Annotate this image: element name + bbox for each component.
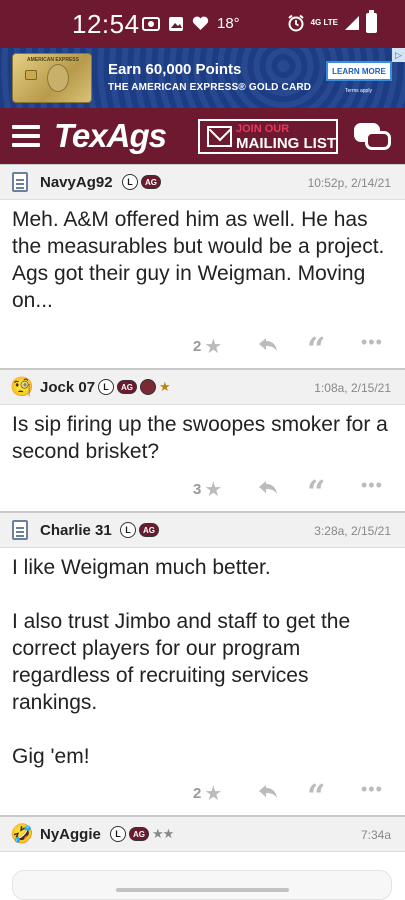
more-options-icon[interactable]: ••• [361,332,383,353]
network-icon: 4G LTE [310,18,338,27]
l-badge: L [110,826,126,842]
card-text: AMERICAN EXPRESS [27,57,79,63]
post: Charlie 31 L AG 3:28a, 2/15/21 I like We… [0,512,405,816]
star-count: 2 [193,338,202,355]
card-centurion [47,64,69,92]
user-badges: L AG [120,522,159,538]
reply-box[interactable] [12,870,392,900]
post-timestamp[interactable]: 1:08a, 2/15/21 [314,381,391,395]
l-badge: L [120,522,136,538]
post-body: Is sip firing up the swoopes smoker for … [0,405,405,465]
texags-logo[interactable]: TexAgs [54,117,167,155]
reply-icon[interactable] [258,783,278,799]
app-header: TexAgs JOIN OUR MAILING LIST [0,108,405,164]
eyeglasses-emoji-avatar-icon[interactable]: 🧐 [10,377,34,399]
star-button[interactable]: 2 ★ [193,334,222,359]
quote-icon[interactable]: “ [307,473,325,511]
post-header: 🤣 NyAggie L AG ★★ 7:34a [0,816,405,852]
post: NavyAg92 L AG 10:52p, 2/14/21 Meh. A&M o… [0,164,405,369]
reply-icon[interactable] [258,336,278,352]
star-count: 3 [193,481,202,498]
bottom-area [0,870,405,900]
mascot-badge-icon [140,379,156,395]
join-label: JOIN OUR [236,123,290,135]
post-header: NavyAg92 L AG 10:52p, 2/14/21 [0,164,405,200]
star-button[interactable]: 3 ★ [193,477,222,502]
status-bar: 12:54 18° 4G LTE [0,0,405,48]
ad-banner[interactable]: AMERICAN EXPRESS Earn 60,000 Points THE … [0,48,405,108]
star-count: 2 [193,785,202,802]
post-body: Meh. A&M offered him as well. He has the… [0,200,405,314]
post-timestamp[interactable]: 7:34a [361,828,391,842]
ag-badge: AG [129,827,149,841]
mailing-list-label: MAILING LIST [236,135,336,152]
alarm-icon [287,14,305,32]
star-button[interactable]: 2 ★ [193,781,222,806]
post-text: I like Weigman much better. [12,556,271,579]
notepad-avatar-icon[interactable] [10,172,30,194]
post: 🧐 Jock 07 L AG ★ 1:08a, 2/15/21 Is sip f… [0,369,405,512]
user-badges: L AG ★★ [110,826,174,842]
post: 🤣 NyAggie L AG ★★ 7:34a [0,816,405,852]
ag-badge: AG [141,175,161,189]
system-icons: 4G LTE [287,10,377,33]
user-badges: L AG ★ [98,379,171,395]
rank-stars-icon: ★★ [152,826,174,841]
rank-star-icon: ★ [159,379,171,394]
hamburger-menu-icon[interactable] [12,125,40,147]
camera-icon [142,16,160,32]
username[interactable]: Jock 07 [40,379,95,396]
gesture-nav-handle[interactable] [116,888,289,892]
temperature: 18° [217,15,240,32]
learn-more-button[interactable]: LEARN MORE [326,61,392,81]
username[interactable]: NyAggie [40,826,101,843]
reply-feed: NavyAg92 L AG 10:52p, 2/14/21 Meh. A&M o… [0,164,405,852]
post-text: Gig 'em! [12,745,90,768]
ad-subtitle: THE AMERICAN EXPRESS® GOLD CARD [108,82,312,93]
l-badge: L [122,174,138,190]
quote-icon[interactable]: “ [307,330,325,368]
notification-icons: 18° [142,15,240,32]
ag-badge: AG [117,380,137,394]
post-timestamp[interactable]: 10:52p, 2/14/21 [308,176,391,190]
username[interactable]: Charlie 31 [40,522,112,539]
post-actions: 2 ★ “ ••• [0,324,405,368]
quote-icon[interactable]: “ [307,777,325,815]
join-mailing-list-button[interactable]: JOIN OUR MAILING LIST [198,119,338,154]
user-badges: L AG [122,174,161,190]
star-icon: ★ [204,479,223,501]
post-text: Is sip firing up the swoopes smoker for … [12,413,388,463]
post-header: 🧐 Jock 07 L AG ★ 1:08a, 2/15/21 [0,369,405,405]
username[interactable]: NavyAg92 [40,174,113,191]
ad-choices-icon[interactable]: ▷ [392,48,405,62]
image-icon [168,16,184,32]
laughing-emoji-avatar-icon[interactable]: 🤣 [10,824,34,846]
post-text: I also trust Jimbo and staff to get the … [12,610,351,714]
clock: 12:54 [72,9,140,39]
post-actions: 2 ★ “ ••• [0,771,405,815]
ad-title: Earn 60,000 Points [108,61,242,78]
l-badge: L [98,379,114,395]
gold-card-image: AMERICAN EXPRESS [12,53,92,103]
more-options-icon[interactable]: ••• [361,779,383,800]
chat-icon[interactable] [354,121,392,153]
star-icon: ★ [204,336,223,358]
signal-icon [344,15,360,31]
heart-icon [192,16,209,31]
ag-badge: AG [139,523,159,537]
star-icon: ★ [204,783,223,805]
reply-icon[interactable] [258,479,278,495]
ad-terms: Terms apply [345,88,372,94]
card-chip [25,70,37,80]
post-timestamp[interactable]: 3:28a, 2/15/21 [314,524,391,538]
post-body: I like Weigman much better. I also trust… [0,548,405,770]
envelope-icon [207,126,232,147]
post-actions: 3 ★ “ ••• [0,467,405,511]
notepad-avatar-icon[interactable] [10,520,30,542]
more-options-icon[interactable]: ••• [361,475,383,496]
post-header: Charlie 31 L AG 3:28a, 2/15/21 [0,512,405,548]
battery-icon [366,10,377,33]
post-text: Meh. A&M offered him as well. He has the… [12,208,385,312]
